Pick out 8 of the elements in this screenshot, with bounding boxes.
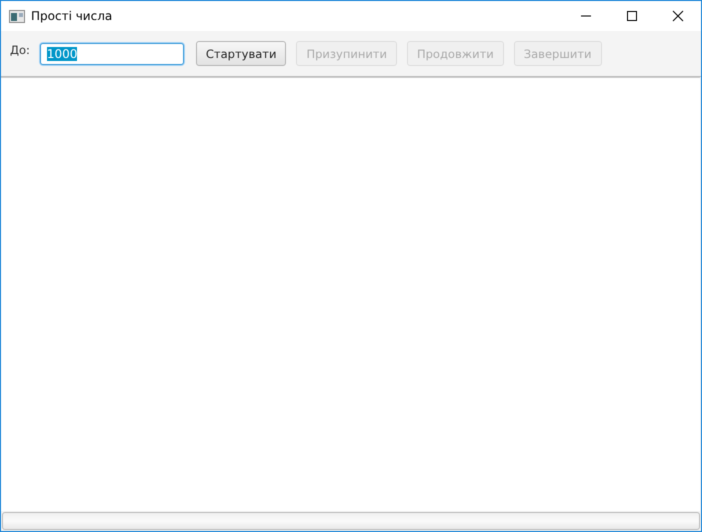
window-title: Прості числа xyxy=(31,9,112,23)
close-icon[interactable] xyxy=(672,10,684,22)
toolbar-button[interactable]: Стартувати xyxy=(196,41,286,66)
app-icon xyxy=(9,10,25,22)
field-label: До: xyxy=(10,43,30,57)
field-value: 1000 xyxy=(46,46,78,60)
input-field[interactable]: 1000 xyxy=(40,42,184,64)
maximize-icon[interactable] xyxy=(626,10,638,22)
